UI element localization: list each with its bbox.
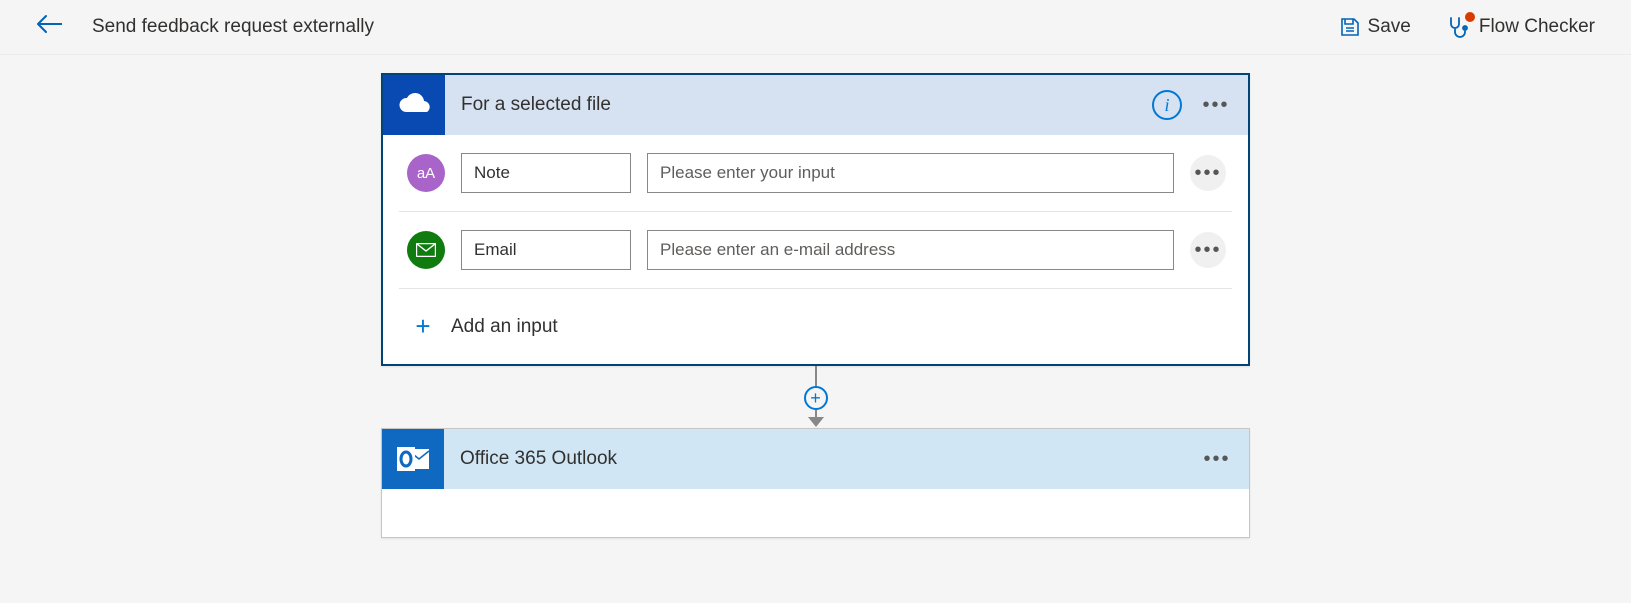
action-title: Office 365 Outlook bbox=[460, 448, 1199, 470]
action-more-button[interactable]: ••• bbox=[1199, 444, 1235, 474]
trigger-body: aA ••• ••• + Add an input bbox=[383, 135, 1248, 364]
trigger-more-button[interactable]: ••• bbox=[1198, 90, 1234, 120]
input-row: ••• bbox=[399, 212, 1232, 289]
trigger-card[interactable]: For a selected file i ••• aA ••• ••• + bbox=[381, 73, 1250, 366]
back-button[interactable] bbox=[28, 10, 70, 44]
trigger-header[interactable]: For a selected file i ••• bbox=[383, 75, 1248, 135]
flow-checker-label: Flow Checker bbox=[1479, 16, 1595, 38]
input-value-field[interactable] bbox=[647, 230, 1174, 270]
save-button[interactable]: Save bbox=[1332, 10, 1419, 44]
input-row: aA ••• bbox=[399, 135, 1232, 212]
flow-title: Send feedback request externally bbox=[92, 16, 1312, 38]
stethoscope-icon bbox=[1447, 16, 1471, 38]
flow-checker-button[interactable]: Flow Checker bbox=[1439, 10, 1603, 44]
action-card[interactable]: Office 365 Outlook ••• bbox=[381, 428, 1250, 538]
flow-canvas: For a selected file i ••• aA ••• ••• + bbox=[0, 55, 1631, 538]
input-name-field[interactable] bbox=[461, 153, 631, 193]
action-body bbox=[382, 489, 1249, 537]
trigger-title: For a selected file bbox=[461, 94, 1152, 116]
add-input-label: Add an input bbox=[451, 316, 558, 338]
outlook-icon bbox=[382, 429, 444, 489]
alert-dot-icon bbox=[1465, 12, 1475, 22]
connector-line bbox=[815, 366, 817, 386]
arrow-down-icon bbox=[808, 417, 824, 427]
add-input-button[interactable]: + Add an input bbox=[399, 289, 1232, 364]
onedrive-icon bbox=[383, 75, 445, 135]
input-row-more-button[interactable]: ••• bbox=[1190, 232, 1226, 268]
add-step-button[interactable]: + bbox=[804, 386, 828, 410]
info-icon[interactable]: i bbox=[1152, 90, 1182, 120]
input-name-field[interactable] bbox=[461, 230, 631, 270]
input-value-field[interactable] bbox=[647, 153, 1174, 193]
top-bar: Send feedback request externally Save Fl… bbox=[0, 0, 1631, 55]
action-header[interactable]: Office 365 Outlook ••• bbox=[382, 429, 1249, 489]
plus-icon: + bbox=[411, 311, 435, 342]
text-type-icon: aA bbox=[407, 154, 445, 192]
email-type-icon bbox=[407, 231, 445, 269]
connector: + bbox=[804, 366, 828, 428]
save-label: Save bbox=[1368, 16, 1411, 38]
input-row-more-button[interactable]: ••• bbox=[1190, 155, 1226, 191]
save-icon bbox=[1340, 17, 1360, 37]
